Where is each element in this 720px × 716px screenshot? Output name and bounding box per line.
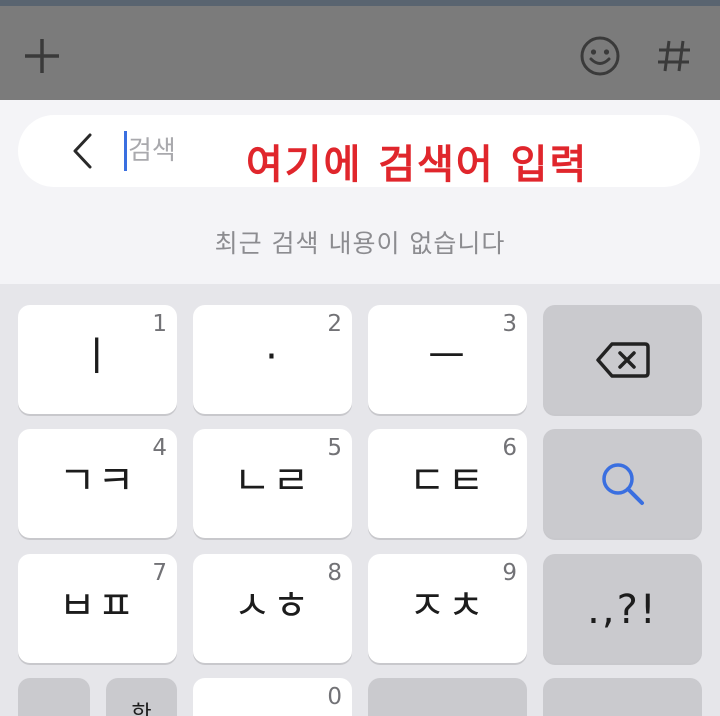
enter-key[interactable] [543,678,702,716]
key-6[interactable]: 6 ㄷㅌ [368,429,527,538]
annotation-label: 여기에 검색어 입력 [246,142,589,188]
emoji-icon[interactable] [578,34,622,78]
key-number: 4 [152,435,167,461]
key-number: 8 [327,560,342,586]
key-label: 한 [131,702,152,716]
back-button[interactable] [62,131,102,171]
language-key[interactable]: 한 [106,678,177,716]
no-recent-searches-message: 최근 검색 내용이 없습니다 [214,229,506,258]
backspace-icon [543,305,702,414]
punctuation-key[interactable]: .,?! [543,554,702,663]
key-number: 1 [152,311,167,337]
key-number: 2 [327,311,342,337]
backspace-key[interactable] [543,305,702,414]
search-panel: 여기에 검색어 입력 최근 검색 내용이 없습니다 [0,100,720,284]
space-key[interactable] [368,678,527,716]
key-label: ㅣ [78,334,117,380]
key-7[interactable]: 7 ㅂㅍ [18,554,177,663]
key-1[interactable]: 1 ㅣ [18,305,177,414]
key-8[interactable]: 8 ㅅㅎ [193,554,352,663]
search-icon [543,429,702,538]
key-number: 6 [502,435,517,461]
key-0[interactable]: 0 [193,678,352,716]
search-bar: 여기에 검색어 입력 [18,115,700,187]
search-key[interactable] [543,429,702,538]
chevron-left-icon [73,133,92,169]
key-number: 9 [502,560,517,586]
key-label: ㄴㄹ [233,458,312,504]
key-4[interactable]: 4 ㄱㅋ [18,429,177,538]
editor-toolbar [0,6,720,100]
key-label: ㄷㅌ [408,458,487,504]
key-label: ㅅㅎ [233,583,312,629]
key-label: ㅂㅍ [58,583,137,629]
key-label: ㅈㅊ [408,583,487,629]
key-label: .,?! [587,587,658,633]
text-caret [124,131,127,171]
key-number: 0 [327,684,342,710]
key-5[interactable]: 5 ㄴㄹ [193,429,352,538]
key-label: ㄱㅋ [58,458,137,504]
key-number: 3 [502,311,517,337]
key-label: ㅡ [428,334,467,380]
hashtag-icon[interactable] [652,34,696,78]
plus-icon[interactable] [20,34,64,78]
key-number: 5 [327,435,342,461]
key-label: · [265,334,280,380]
key-2[interactable]: 2 · [193,305,352,414]
key-number: 7 [152,560,167,586]
keyboard: 1 ㅣ 2 · 3 ㅡ 4 ㄱㅋ 5 ㄴㄹ 6 ㄷㅌ 7 ㅂㅍ 8 ㅅㅎ 9 ㅈ… [0,284,720,716]
settings-key[interactable] [18,678,90,716]
key-3[interactable]: 3 ㅡ [368,305,527,414]
key-9[interactable]: 9 ㅈㅊ [368,554,527,663]
